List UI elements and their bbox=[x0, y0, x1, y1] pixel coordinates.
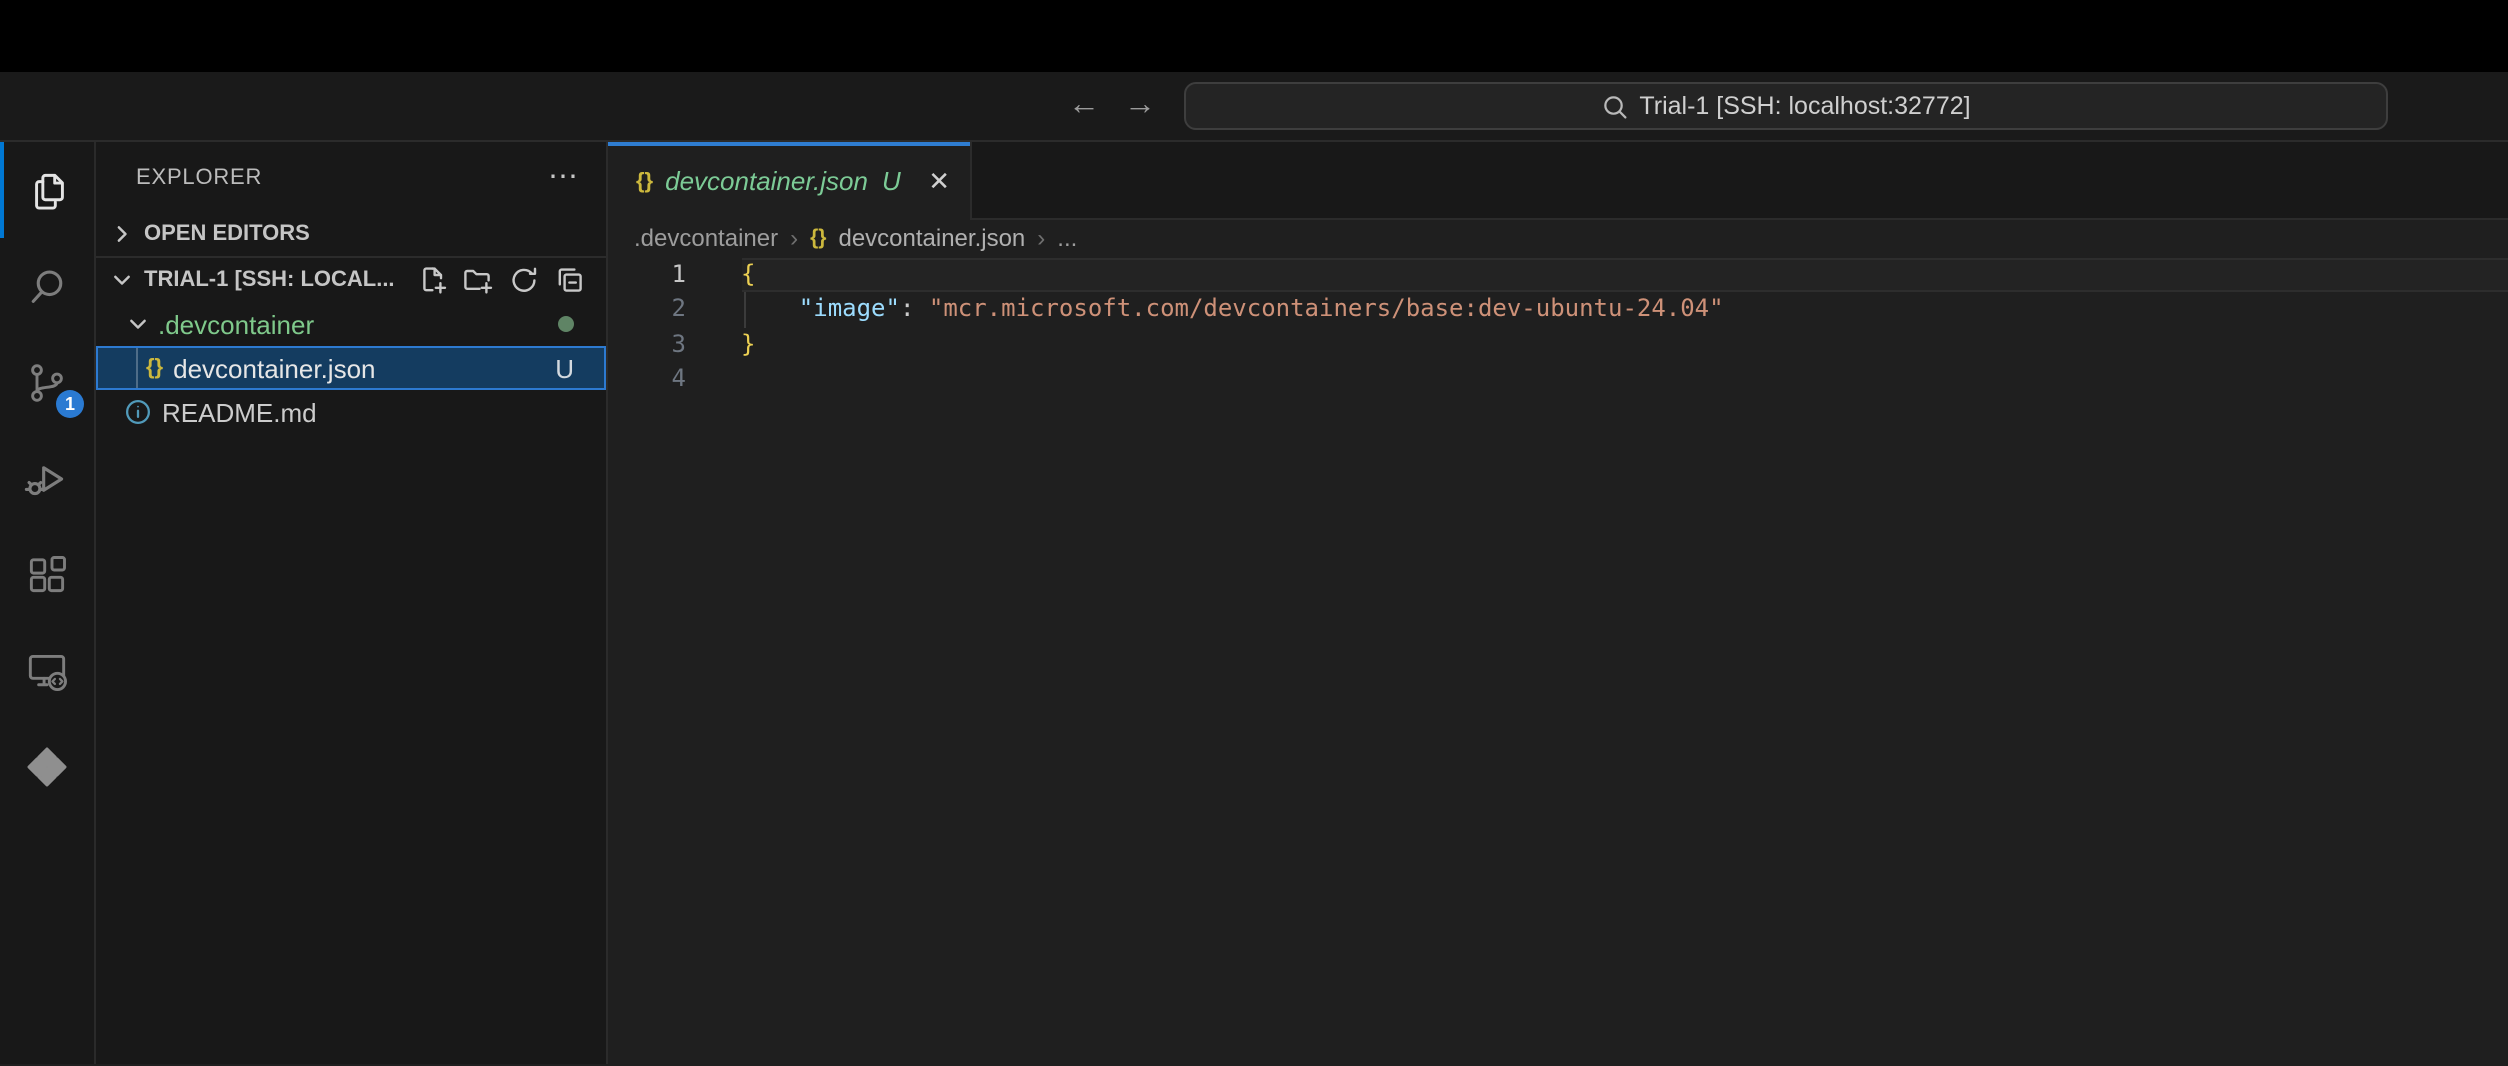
json-file-icon: {} bbox=[810, 227, 826, 251]
more-actions-icon[interactable]: ⋯ bbox=[548, 162, 578, 192]
editor-group: {} devcontainer.json U ✕ .devcontainer ›… bbox=[608, 142, 2508, 1064]
activity-extensions[interactable] bbox=[0, 526, 94, 622]
source-control-badge: 1 bbox=[56, 390, 84, 418]
activity-custom-extension[interactable] bbox=[0, 718, 94, 814]
sidebar-pane-header: EXPLORER ⋯ bbox=[96, 142, 606, 212]
tree-item-devcontainer-json[interactable]: {} devcontainer.json U bbox=[96, 346, 606, 390]
code-editor[interactable]: 1 { 2 "image": "mcr.microsoft.com/devcon… bbox=[608, 257, 2508, 1064]
line-content[interactable]: } bbox=[741, 327, 2508, 362]
breadcrumb: .devcontainer › {} devcontainer.json › .… bbox=[608, 220, 2508, 257]
tree-indent-guide bbox=[136, 348, 138, 388]
explorer-sidebar: EXPLORER ⋯ OPEN EDITORS TRIAL-1 [SSH: LO… bbox=[96, 142, 608, 1064]
top-black-strip bbox=[0, 0, 2508, 72]
code-line-3[interactable]: 3 } bbox=[608, 327, 2508, 362]
workbench: 1 bbox=[0, 142, 2508, 1064]
close-icon[interactable]: ✕ bbox=[928, 168, 950, 194]
workspace-label: TRIAL-1 [SSH: LOCAL... bbox=[144, 268, 395, 292]
line-number[interactable]: 3 bbox=[608, 327, 741, 362]
sidebar-title: EXPLORER bbox=[136, 165, 548, 189]
search-icon bbox=[1601, 93, 1627, 119]
git-untracked-badge: U bbox=[555, 353, 574, 383]
workspace-header[interactable]: TRIAL-1 [SSH: LOCAL... bbox=[96, 258, 606, 302]
chevron-separator: › bbox=[790, 225, 798, 253]
tab-devcontainer-json[interactable]: {} devcontainer.json U ✕ bbox=[608, 142, 972, 220]
go-forward-button[interactable]: → bbox=[1124, 90, 1156, 122]
code-token: "image" bbox=[741, 294, 900, 322]
file-label: devcontainer.json bbox=[173, 353, 555, 383]
run-debug-icon bbox=[22, 453, 72, 503]
code-token: "mcr.microsoft.com/devcontainers/base:de… bbox=[929, 294, 1724, 322]
new-folder-icon[interactable] bbox=[462, 264, 494, 296]
tab-bar: {} devcontainer.json U ✕ bbox=[608, 142, 2508, 220]
file-label: README.md bbox=[162, 397, 317, 427]
command-center-label: Trial-1 [SSH: localhost:32772] bbox=[1639, 92, 1970, 120]
diamond-icon bbox=[22, 741, 72, 791]
folder-label: .devcontainer bbox=[158, 309, 558, 339]
line-number[interactable]: 1 bbox=[608, 257, 741, 292]
info-file-icon bbox=[124, 398, 152, 426]
line-number[interactable]: 2 bbox=[608, 292, 741, 327]
tab-label: devcontainer.json bbox=[665, 166, 868, 196]
code-token: } bbox=[741, 329, 755, 357]
chevron-down-icon bbox=[122, 308, 154, 340]
search-icon bbox=[22, 261, 72, 311]
activity-search[interactable] bbox=[0, 238, 94, 334]
refresh-icon[interactable] bbox=[508, 264, 540, 296]
chevron-right-icon bbox=[106, 218, 138, 250]
json-file-icon: {} bbox=[636, 169, 653, 193]
activity-source-control[interactable]: 1 bbox=[0, 334, 94, 430]
open-editors-label: OPEN EDITORS bbox=[144, 222, 310, 246]
code-token: : bbox=[900, 294, 929, 322]
tree-item-readme[interactable]: README.md bbox=[96, 390, 606, 434]
activity-run-debug[interactable] bbox=[0, 430, 94, 526]
line-content[interactable]: "image": "mcr.microsoft.com/devcontainer… bbox=[741, 292, 2508, 327]
workspace-section: TRIAL-1 [SSH: LOCAL... bbox=[96, 256, 606, 434]
explorer-actions bbox=[416, 264, 586, 296]
code-line-4[interactable]: 4 bbox=[608, 362, 2508, 397]
new-file-icon[interactable] bbox=[416, 264, 448, 296]
files-icon bbox=[22, 165, 72, 215]
vscode-window: ← → Trial-1 [SSH: localhost:32772] bbox=[0, 0, 2508, 1066]
open-editors-section[interactable]: OPEN EDITORS bbox=[96, 212, 606, 256]
code-token: { bbox=[741, 259, 755, 287]
title-bar: ← → Trial-1 [SSH: localhost:32772] bbox=[0, 72, 2508, 142]
code-line-2[interactable]: 2 "image": "mcr.microsoft.com/devcontain… bbox=[608, 292, 2508, 327]
json-file-icon: {} bbox=[146, 356, 163, 380]
git-added-dot bbox=[558, 316, 574, 332]
code-line-1[interactable]: 1 { bbox=[608, 257, 2508, 292]
command-center-search[interactable]: Trial-1 [SSH: localhost:32772] bbox=[1184, 82, 2388, 130]
activity-remote-explorer[interactable] bbox=[0, 622, 94, 718]
activity-bar: 1 bbox=[0, 142, 96, 1064]
chevron-down-icon bbox=[106, 264, 138, 296]
collapse-all-icon[interactable] bbox=[554, 264, 586, 296]
line-number[interactable]: 4 bbox=[608, 362, 741, 397]
tab-git-badge: U bbox=[882, 166, 901, 196]
history-navigation: ← → bbox=[1068, 72, 1156, 140]
chevron-separator: › bbox=[1037, 225, 1045, 253]
extensions-icon bbox=[22, 549, 72, 599]
activity-explorer[interactable] bbox=[0, 142, 94, 238]
remote-explorer-icon bbox=[22, 645, 72, 695]
go-back-button[interactable]: ← bbox=[1068, 90, 1100, 122]
tree-item-devcontainer-folder[interactable]: .devcontainer bbox=[96, 302, 606, 346]
breadcrumb-symbol[interactable]: ... bbox=[1057, 225, 1077, 253]
breadcrumb-folder[interactable]: .devcontainer bbox=[634, 225, 778, 253]
line-content[interactable]: { bbox=[741, 257, 2508, 292]
breadcrumb-file[interactable]: devcontainer.json bbox=[838, 225, 1025, 253]
line-content[interactable] bbox=[741, 362, 2508, 397]
